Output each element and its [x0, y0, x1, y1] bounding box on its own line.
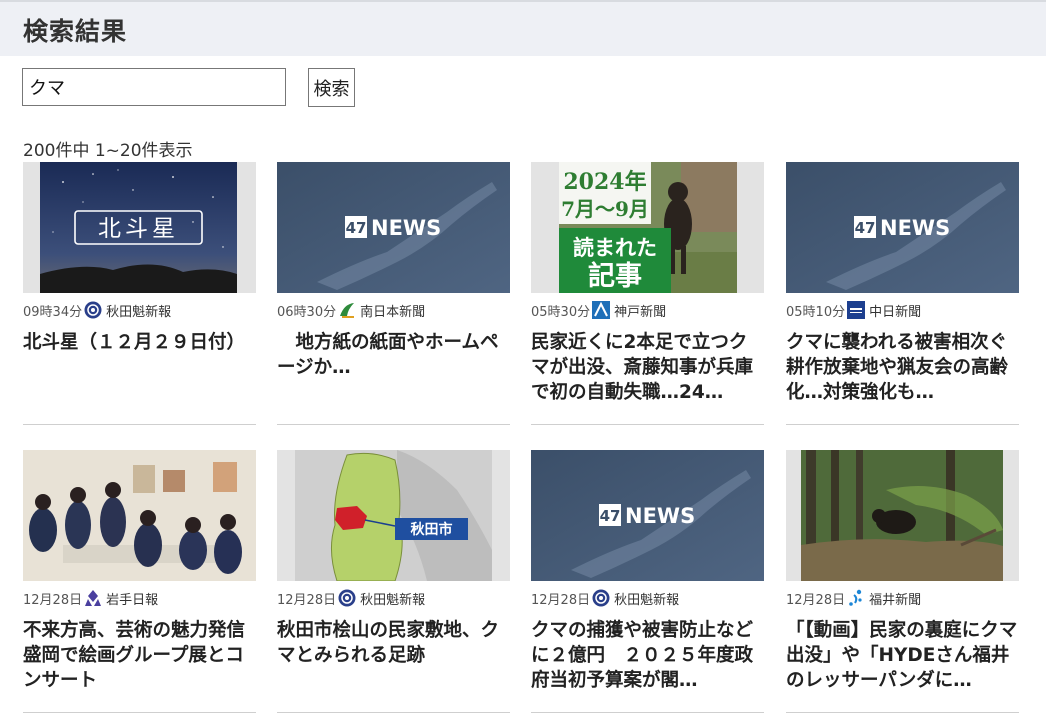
article-time: 12月28日 [277, 592, 337, 608]
chunichi-logo-icon [847, 301, 866, 319]
article-thumbnail[interactable] [23, 450, 256, 581]
fukui-shimbun-logo-icon [849, 589, 862, 606]
article-time: 06時30分 [277, 304, 337, 320]
article-card[interactable]: 秋田市 12月28日 秋田魁新報 秋田市桧山の民家敷地、クマとみられる足跡 [277, 450, 510, 713]
akita-sakigake-logo-icon [338, 589, 356, 607]
search-input[interactable] [22, 68, 286, 106]
svg-text:47: 47 [600, 507, 621, 525]
article-time: 09時34分 [23, 304, 83, 320]
page-title: 検索結果 [23, 17, 128, 46]
article-card[interactable]: 12月28日 岩手日報 不来方高、芸術の魅力発信 盛岡で絵画グループ展とコンサー… [23, 450, 256, 713]
article-title[interactable]: 「【動画】民家の裏庭にクマ出没」や「HYDEさん福井のレッサーパンダに… [786, 618, 1019, 693]
thumbnail-caption: 読まれた [573, 236, 657, 260]
article-thumbnail[interactable]: 47 NEWS [786, 162, 1019, 293]
publisher-name: 秋田魁新報 [106, 304, 172, 320]
thumbnail-caption: 記事 [588, 260, 642, 292]
publisher-name: 中日新聞 [869, 304, 922, 320]
article-thumbnail[interactable]: 47 NEWS [531, 450, 764, 581]
svg-text:47: 47 [855, 219, 876, 237]
article-time: 05時10分 [786, 304, 846, 320]
thumbnail-caption: 2024年 [563, 169, 646, 195]
publisher-name: 神戸新聞 [614, 304, 667, 320]
article-time: 12月28日 [23, 592, 83, 608]
article-time: 05時30分 [531, 304, 591, 320]
article-thumbnail[interactable]: 北斗星 [23, 162, 256, 293]
page-header: 検索結果 [0, 2, 1046, 56]
article-thumbnail[interactable]: 47 NEWS [277, 162, 510, 293]
thumbnail-caption: 秋田市 [411, 521, 453, 538]
results-count: 200件中 1~20件表示 [23, 141, 193, 161]
article-time: 12月28日 [786, 592, 846, 608]
article-title[interactable]: クマの捕獲や被害防止などに２億円 ２０２５年度政府当初予算案が閣… [531, 618, 764, 693]
search-button[interactable]: 検索 [308, 68, 355, 107]
kobe-shimbun-logo-icon [592, 301, 611, 319]
iwate-nippo-logo-icon [85, 590, 102, 606]
article-card[interactable]: 12月28日 福井新聞 「【動画】民家の裏庭にクマ出没」や「HYDEさん福井のレ… [786, 450, 1019, 713]
svg-text:NEWS: NEWS [371, 216, 441, 240]
article-title[interactable]: 地方紙の紙面やホームページか… [277, 330, 510, 380]
minaminihon-logo-icon [340, 303, 355, 318]
thumbnail-caption: 北斗星 [98, 216, 179, 242]
thumbnail-caption: 7月～9月 [561, 197, 649, 221]
article-title[interactable]: クマに襲われる被害相次ぐ 耕作放棄地や猟友会の高齢化…対策強化も… [786, 330, 1019, 405]
article-card[interactable]: 47 NEWS 05時10分 中日新聞 クマに襲われる被害相次ぐ 耕作放棄地や猟… [786, 162, 1019, 425]
svg-text:NEWS: NEWS [625, 504, 695, 528]
article-card[interactable]: 北斗星 09時34分 秋田魁新報 北斗星（１２月２９日付） [23, 162, 256, 425]
publisher-name: 福井新聞 [869, 592, 922, 608]
article-card[interactable]: 2024年 7月～9月 読まれた 記事 05時30分 神戸新聞 民家近くに2本足… [531, 162, 764, 425]
article-title[interactable]: 秋田市桧山の民家敷地、クマとみられる足跡 [277, 618, 510, 668]
article-time: 12月28日 [531, 592, 591, 608]
article-thumbnail[interactable]: 2024年 7月～9月 読まれた 記事 [531, 162, 764, 293]
article-thumbnail[interactable] [786, 450, 1019, 581]
publisher-name: 岩手日報 [106, 592, 159, 608]
article-title[interactable]: 不来方高、芸術の魅力発信 盛岡で絵画グループ展とコンサート [23, 618, 256, 693]
svg-text:47: 47 [346, 219, 367, 237]
article-card[interactable]: 47 NEWS 06時30分 南日本新聞 地方紙の紙面やホームページか… [277, 162, 510, 425]
article-title[interactable]: 民家近くに2本足で立つクマが出没、斎藤知事が兵庫で初の自動失職…24… [531, 330, 764, 405]
akita-sakigake-logo-icon [592, 589, 610, 607]
article-card[interactable]: 47 NEWS 12月28日 秋田魁新報 クマの捕獲や被害防止などに２億円 ２０… [531, 450, 764, 713]
publisher-name: 秋田魁新報 [360, 592, 426, 608]
akita-sakigake-logo-icon [84, 301, 102, 319]
article-title[interactable]: 北斗星（１２月２９日付） [23, 330, 256, 355]
publisher-name: 秋田魁新報 [614, 592, 680, 608]
publisher-name: 南日本新聞 [360, 304, 426, 320]
article-thumbnail[interactable]: 秋田市 [277, 450, 510, 581]
svg-text:NEWS: NEWS [880, 216, 950, 240]
